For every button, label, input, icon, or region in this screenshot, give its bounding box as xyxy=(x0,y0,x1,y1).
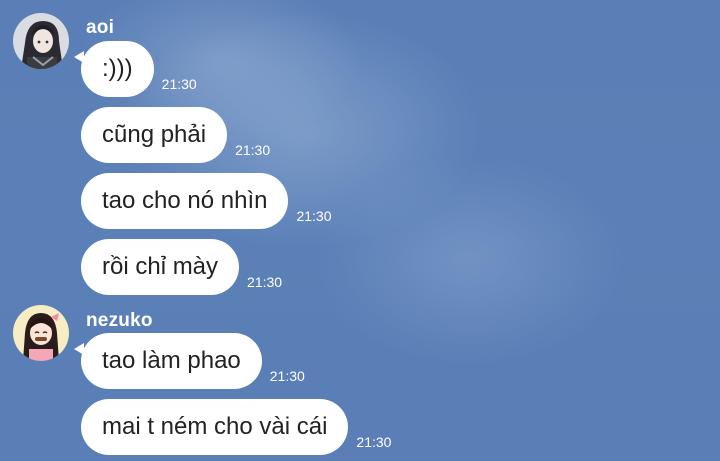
message-row: rồi chỉ mày 21:30 xyxy=(81,239,282,295)
message-row: mai t ném cho vài cái 21:30 xyxy=(81,399,391,455)
message-timestamp: 21:30 xyxy=(247,274,283,290)
message-bubble[interactable]: cũng phải xyxy=(81,107,228,163)
message-timestamp: 21:30 xyxy=(356,434,392,450)
message-row: tao cho nó nhìn 21:30 xyxy=(81,173,332,229)
avatar-aoi[interactable] xyxy=(13,13,69,69)
message-bubble[interactable]: mai t ném cho vài cái xyxy=(81,399,349,455)
message-bubble[interactable]: tao cho nó nhìn xyxy=(81,173,289,229)
avatar-nezuko[interactable] xyxy=(13,305,69,361)
message-bubble[interactable]: rồi chỉ mày xyxy=(81,239,240,295)
message-bubble[interactable]: :))) xyxy=(74,41,154,97)
message-bubble[interactable]: tao làm phao xyxy=(74,333,262,389)
sender-name-aoi: aoi xyxy=(86,17,115,38)
message-row: cũng phải 21:30 xyxy=(81,107,270,163)
message-timestamp: 21:30 xyxy=(296,208,332,224)
chat-thread: aoi :))) 21:30 cũng phải 21:30 tao cho n… xyxy=(0,0,720,461)
nezuko-anime-avatar-icon xyxy=(13,305,69,361)
message-timestamp: 21:30 xyxy=(235,142,271,158)
message-timestamp: 21:30 xyxy=(161,76,197,92)
anime-girl-dark-hair-avatar-icon xyxy=(13,13,69,69)
sender-name-nezuko: nezuko xyxy=(86,310,153,331)
message-row: :))) 21:30 xyxy=(74,41,197,97)
message-timestamp: 21:30 xyxy=(269,368,305,384)
message-row: tao làm phao 21:30 xyxy=(74,333,305,389)
